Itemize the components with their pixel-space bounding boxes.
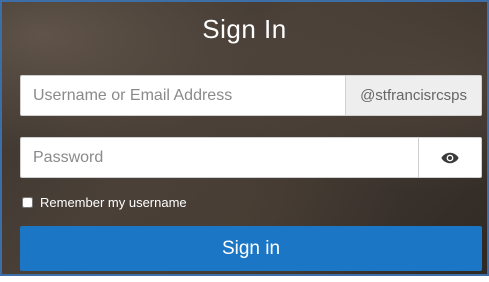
show-password-button[interactable] [418,138,481,177]
password-input[interactable] [21,138,418,177]
page-title: Sign In [202,14,287,44]
remember-label: Remember my username [40,195,187,210]
username-field-group: @stfrancisrcsps [20,75,482,116]
password-field-group [20,137,482,178]
remember-username: Remember my username [22,195,187,210]
remember-checkbox[interactable] [22,197,33,208]
eye-icon [441,152,459,163]
domain-suffix: @stfrancisrcsps [345,76,481,115]
sign-in-button[interactable]: Sign in [20,226,482,271]
username-input[interactable] [21,76,346,115]
login-panel: Sign In @stfrancisrcsps Remember my user… [0,0,489,276]
